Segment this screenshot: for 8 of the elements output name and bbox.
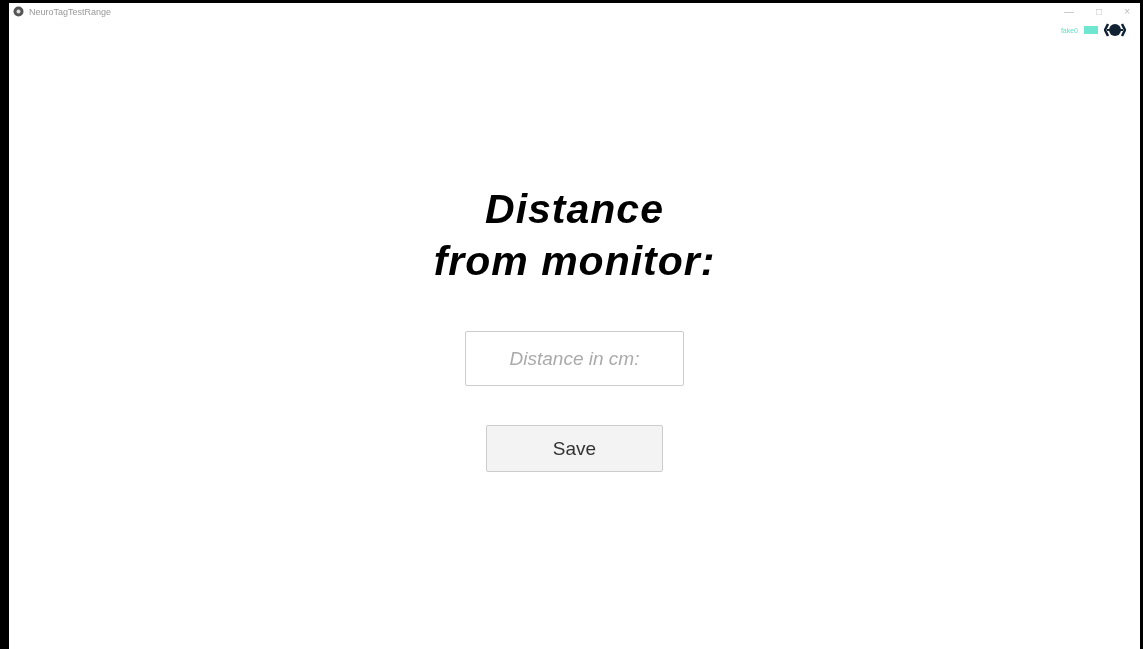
app-icon (13, 6, 24, 17)
distance-field[interactable]: Distance in cm: (465, 331, 684, 386)
save-button[interactable]: Save (486, 425, 663, 472)
close-button[interactable]: × (1124, 6, 1130, 17)
window-title: NeuroTagTestRange (29, 6, 112, 17)
maximize-button[interactable]: □ (1096, 6, 1103, 17)
heading: Distance from monitor: (433, 185, 716, 286)
minimize-button[interactable]: — (1064, 6, 1075, 17)
